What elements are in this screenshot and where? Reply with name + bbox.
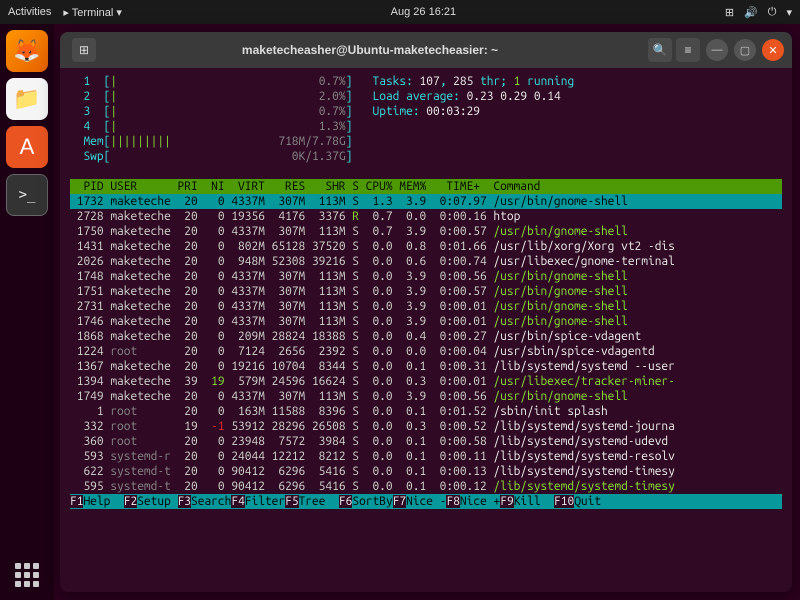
process-row[interactable]: 332 root 19 -1 53912 28296 26508 S 0.0 0… — [70, 419, 782, 434]
search-button[interactable]: 🔍 — [648, 38, 672, 62]
process-row[interactable]: 2026 maketeche 20 0 948M 52308 39216 S 0… — [70, 254, 782, 269]
process-row[interactable]: 1 root 20 0 163M 11588 8396 S 0.0 0.1 0:… — [70, 404, 782, 419]
show-apps-icon[interactable] — [12, 560, 42, 590]
process-row[interactable]: 1732 maketeche 20 0 4337M 307M 113M S 1.… — [70, 194, 782, 209]
process-row[interactable]: 360 root 20 0 23948 7572 3984 S 0.0 0.1 … — [70, 434, 782, 449]
process-row[interactable]: 595 systemd-t 20 0 90412 6296 5416 S 0.0… — [70, 479, 782, 494]
volume-icon[interactable]: 🔊 — [744, 6, 758, 19]
dock-firefox[interactable]: 🦊 — [6, 30, 48, 72]
process-row[interactable]: 1749 maketeche 20 0 4337M 307M 113M S 0.… — [70, 389, 782, 404]
htop-meters: 1 [| 0.7%] Tasks: 107, 285 thr; 1 runnin… — [70, 74, 782, 179]
titlebar[interactable]: ⊞ maketecheasher@Ubuntu-maketecheasier: … — [60, 32, 792, 68]
process-row[interactable]: 1224 root 20 0 7124 2656 2392 S 0.0 0.0 … — [70, 344, 782, 359]
gnome-topbar: Activities ▸ Terminal ▾ Aug 26 16:21 ⊞ 🔊… — [0, 0, 800, 24]
new-tab-button[interactable]: ⊞ — [72, 38, 96, 62]
process-row[interactable]: 2731 maketeche 20 0 4337M 307M 113M S 0.… — [70, 299, 782, 314]
htop-header[interactable]: PID USER PRI NI VIRT RES SHR S CPU% MEM%… — [70, 179, 782, 194]
process-row[interactable]: 1431 maketeche 20 0 802M 65128 37520 S 0… — [70, 239, 782, 254]
process-row[interactable]: 1367 maketeche 20 0 19216 10704 8344 S 0… — [70, 359, 782, 374]
terminal-app-menu[interactable]: ▸ Terminal ▾ — [63, 6, 122, 19]
maximize-button[interactable]: ▢ — [734, 39, 756, 61]
process-row[interactable]: 1746 maketeche 20 0 4337M 307M 113M S 0.… — [70, 314, 782, 329]
minimize-button[interactable]: — — [706, 39, 728, 61]
dock-terminal[interactable]: >_ — [6, 174, 48, 216]
power-icon[interactable]: ⏻ — [768, 6, 777, 19]
process-row[interactable]: 622 systemd-t 20 0 90412 6296 5416 S 0.0… — [70, 464, 782, 479]
dock-software[interactable]: A — [6, 126, 48, 168]
chevron-down-icon[interactable]: ▾ — [786, 6, 792, 19]
dock: 🦊 📁 A >_ — [0, 24, 54, 600]
activities-button[interactable]: Activities — [8, 6, 51, 18]
clock[interactable]: Aug 26 16:21 — [122, 6, 725, 18]
process-list[interactable]: 1732 maketeche 20 0 4337M 307M 113M S 1.… — [70, 194, 782, 494]
process-row[interactable]: 1751 maketeche 20 0 4337M 307M 113M S 0.… — [70, 284, 782, 299]
process-row[interactable]: 1394 maketeche 39 19 579M 24596 16624 S … — [70, 374, 782, 389]
terminal-content[interactable]: 1 [| 0.7%] Tasks: 107, 285 thr; 1 runnin… — [60, 68, 792, 515]
process-row[interactable]: 593 systemd-r 20 0 24044 12212 8212 S 0.… — [70, 449, 782, 464]
network-icon[interactable]: ⊞ — [725, 6, 734, 19]
process-row[interactable]: 1750 maketeche 20 0 4337M 307M 113M S 0.… — [70, 224, 782, 239]
process-row[interactable]: 1868 maketeche 20 0 209M 28824 18388 S 0… — [70, 329, 782, 344]
process-row[interactable]: 2728 maketeche 20 0 19356 4176 3376 R 0.… — [70, 209, 782, 224]
close-button[interactable]: ✕ — [762, 39, 784, 61]
window-title: maketecheasher@Ubuntu-maketecheasier: ~ — [96, 43, 644, 57]
process-row[interactable]: 1748 maketeche 20 0 4337M 307M 113M S 0.… — [70, 269, 782, 284]
htop-fkeys[interactable]: F1Help F2Setup F3SearchF4FilterF5Tree F6… — [70, 494, 782, 509]
terminal-window: ⊞ maketecheasher@Ubuntu-maketecheasier: … — [60, 32, 792, 592]
menu-button[interactable]: ≡ — [676, 38, 700, 62]
dock-files[interactable]: 📁 — [6, 78, 48, 120]
